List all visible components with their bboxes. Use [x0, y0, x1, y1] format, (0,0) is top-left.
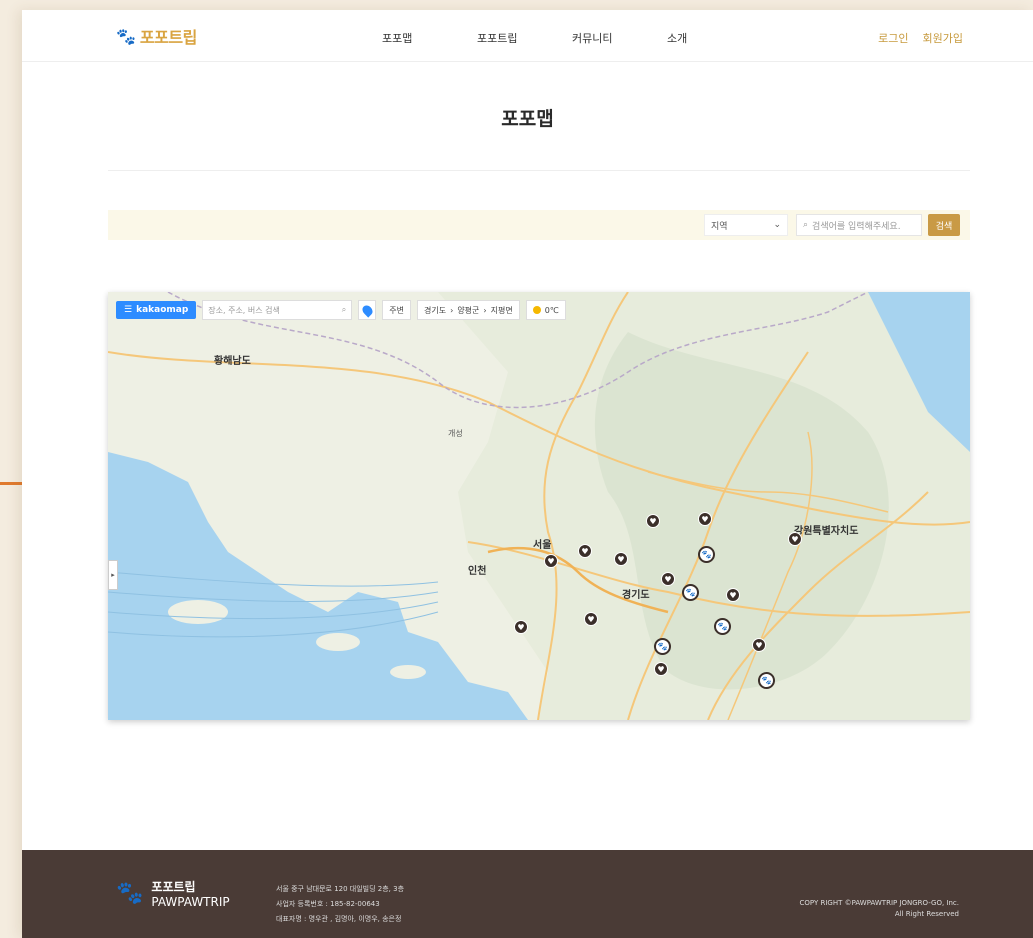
place-marker[interactable]: ♥ — [661, 572, 675, 586]
map-label: 서울 — [533, 540, 552, 551]
kakao-brand: kakaomap — [136, 305, 189, 315]
nav-item-trip[interactable]: 포포트립 — [477, 30, 572, 46]
map-side-tab[interactable]: ▸ — [108, 560, 118, 590]
search-icon: ⌕ — [341, 305, 347, 314]
place-marker[interactable]: ♥ — [654, 662, 668, 676]
breadcrumb-region: 경기도 — [424, 305, 447, 315]
search-bar: 지역 ⌄ ⌕ 검색어를 입력해주세요. 검색 — [108, 210, 970, 240]
paw-marker[interactable]: 🐾 — [698, 546, 715, 563]
footer-ceo: 대표자명 : 명우관 , 김명아, 이명우, 송은정 — [276, 915, 402, 923]
map-label: 개성 — [448, 429, 463, 438]
place-marker[interactable]: ♥ — [698, 512, 712, 526]
place-marker[interactable]: ♥ — [514, 620, 528, 634]
search-icon: ⌕ — [803, 220, 809, 230]
footer-biz-no: 사업자 등록번호 : 185-82-00643 — [276, 900, 380, 908]
region-select[interactable]: 지역 ⌄ — [704, 214, 788, 236]
footer-brand-ko: 포포트립 — [151, 880, 196, 894]
search-placeholder: 검색어를 입력해주세요. — [812, 221, 901, 232]
place-marker[interactable]: ♥ — [646, 514, 660, 528]
place-marker[interactable]: ♥ — [788, 532, 802, 546]
footer-copyright: COPY RIGHT ©PAWPAWTRIP JONGRO-GO, Inc. A… — [800, 898, 959, 920]
map-search-input[interactable]: 장소, 주소, 버스 검색 ⌕ — [202, 300, 353, 320]
nav-item-about[interactable]: 소개 — [667, 30, 762, 46]
place-marker[interactable]: ♥ — [544, 554, 558, 568]
paw-icon: 🐾 — [116, 881, 144, 906]
place-marker[interactable]: ♥ — [752, 638, 766, 652]
paw-icon: 🐾 — [116, 26, 136, 46]
signup-link[interactable]: 회원가입 — [923, 30, 963, 46]
chevron-down-icon: ⌄ — [773, 220, 781, 230]
nav-item-map[interactable]: 포포맵 — [382, 30, 477, 46]
map-breadcrumb: 경기도 › 양평군 › 지평면 — [417, 300, 520, 320]
place-marker[interactable]: ♥ — [726, 588, 740, 602]
kakao-map[interactable]: ☰ kakaomap 장소, 주소, 버스 검색 ⌕ 주변 경기도 › 양평군 … — [108, 292, 970, 720]
region-select-value: 지역 — [711, 221, 728, 232]
site-header: 🐾 포포트립 포포맵 포포트립 커뮤니티 소개 로그인 회원가입 — [22, 10, 1033, 62]
main-nav: 포포맵 포포트립 커뮤니티 소개 — [382, 30, 762, 46]
nearby-label: 주변 — [389, 305, 405, 315]
nav-item-community[interactable]: 커뮤니티 — [572, 30, 667, 46]
menu-icon: ☰ — [124, 305, 133, 315]
copyright-text: COPY RIGHT ©PAWPAWTRIP JONGRO-GO, Inc. — [799, 899, 959, 907]
paw-marker[interactable]: 🐾 — [714, 618, 731, 635]
auth-links: 로그인 회원가입 — [878, 30, 963, 46]
nearby-button[interactable]: 주변 — [382, 300, 412, 320]
breadcrumb-county: 양평군 — [457, 305, 480, 315]
map-label: 경기도 — [622, 590, 650, 601]
page-sheet: 🐾 포포트립 포포맵 포포트립 커뮤니티 소개 로그인 회원가입 포포맵 지역 … — [22, 10, 1033, 938]
weather-temp: 0℃ — [544, 305, 559, 315]
paw-marker[interactable]: 🐾 — [654, 638, 671, 655]
site-footer: 🐾 포포트립 PAWPAWTRIP 서울 중구 남대문로 120 대일빌딩 2층… — [22, 850, 1033, 938]
map-search-placeholder: 장소, 주소, 버스 검색 — [208, 305, 280, 315]
search-input[interactable]: ⌕ 검색어를 입력해주세요. — [796, 214, 922, 236]
place-marker[interactable]: ♥ — [578, 544, 592, 558]
search-button[interactable]: 검색 — [928, 214, 960, 236]
login-link[interactable]: 로그인 — [878, 30, 908, 46]
map-label: 황해남도 — [214, 356, 251, 367]
location-pin-icon — [360, 302, 375, 318]
place-marker[interactable]: ♥ — [614, 552, 628, 566]
breadcrumb-town: 지평면 — [490, 305, 513, 315]
page-title: 포포맵 — [501, 108, 554, 130]
footer-brand-en: PAWPAWTRIP — [151, 895, 230, 909]
title-divider — [108, 170, 970, 171]
logo-text: 포포트립 — [139, 28, 197, 47]
map-label: 강원특별자치도 — [794, 526, 859, 537]
paw-marker[interactable]: 🐾 — [758, 672, 775, 689]
rights-text: All Right Reserved — [894, 910, 959, 918]
my-location-button[interactable] — [358, 300, 377, 320]
kakao-menu-button[interactable]: ☰ kakaomap — [116, 301, 197, 319]
footer-company-info: 서울 중구 남대문로 120 대일빌딩 2층, 3층 사업자 등록번호 : 18… — [276, 882, 404, 927]
paw-marker[interactable]: 🐾 — [682, 584, 699, 601]
place-marker[interactable]: ♥ — [584, 612, 598, 626]
site-logo[interactable]: 🐾 포포트립 — [116, 24, 197, 48]
weather-chip: 0℃ — [525, 300, 566, 320]
chevron-right-icon: › — [450, 305, 454, 315]
map-label: 인천 — [468, 566, 487, 577]
chevron-right-icon: › — [483, 305, 487, 315]
side-accent-mark — [0, 482, 22, 485]
footer-logo: 🐾 포포트립 PAWPAWTRIP — [116, 878, 230, 909]
sun-icon — [532, 306, 541, 314]
map-toolbar: ☰ kakaomap 장소, 주소, 버스 검색 ⌕ 주변 경기도 › 양평군 … — [116, 300, 566, 320]
footer-address: 서울 중구 남대문로 120 대일빌딩 2층, 3층 — [276, 885, 405, 893]
